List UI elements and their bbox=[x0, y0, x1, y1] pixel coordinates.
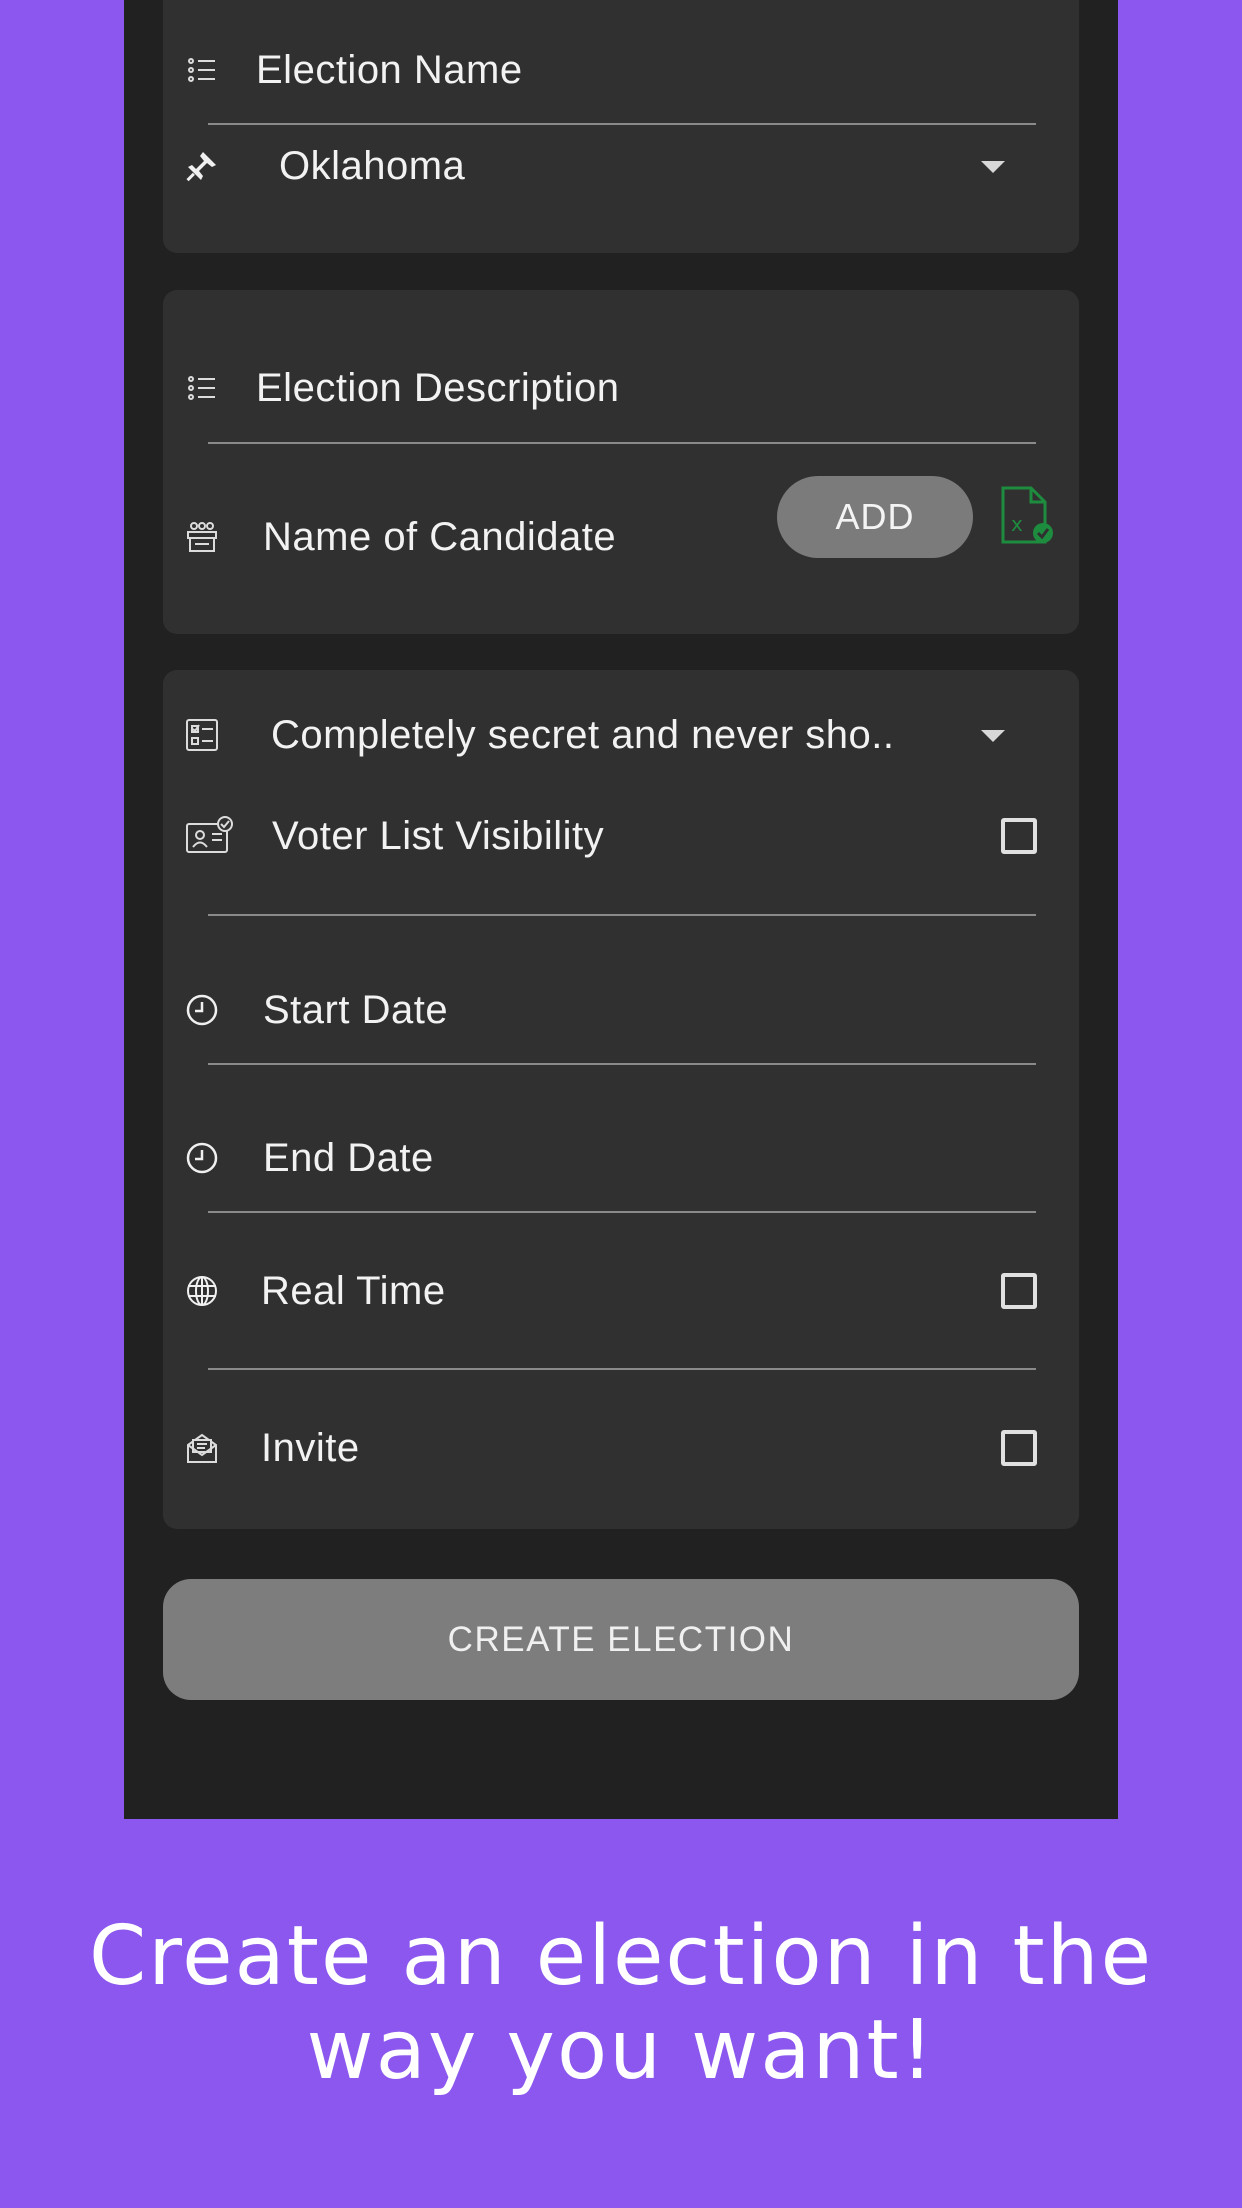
start-date-field[interactable]: Start Date bbox=[263, 988, 448, 1033]
create-election-button[interactable]: CREATE ELECTION bbox=[163, 1579, 1079, 1700]
description-candidate-card: Election Description Name of Candidate A… bbox=[163, 290, 1079, 634]
end-date-field[interactable]: End Date bbox=[263, 1136, 434, 1181]
election-name-field[interactable]: Election Name bbox=[256, 48, 523, 93]
ballot-checklist-icon bbox=[185, 718, 219, 752]
real-time-label: Real Time bbox=[261, 1268, 446, 1313]
pin-icon bbox=[185, 149, 219, 183]
svg-text:x: x bbox=[1011, 512, 1023, 536]
envelope-icon bbox=[185, 1431, 219, 1465]
start-date-row[interactable]: Start Date bbox=[163, 970, 1079, 1050]
divider bbox=[208, 1063, 1036, 1065]
list-icon bbox=[185, 371, 219, 405]
chevron-down-icon bbox=[981, 161, 1005, 173]
voter-list-visibility-row: Voter List Visibility bbox=[163, 796, 1079, 876]
visibility-select[interactable]: Completely secret and never sho.. bbox=[163, 695, 1079, 775]
divider bbox=[208, 914, 1036, 916]
voter-id-card-icon bbox=[185, 816, 235, 853]
real-time-row: Real Time bbox=[163, 1251, 1079, 1331]
promo-caption: Create an election in the way you want! bbox=[88, 1909, 1154, 2098]
divider bbox=[208, 1368, 1036, 1370]
globe-icon bbox=[185, 1274, 219, 1308]
election-name-row[interactable]: Election Name bbox=[163, 30, 1079, 110]
state-value: Oklahoma bbox=[279, 143, 466, 188]
state-select[interactable]: Oklahoma bbox=[163, 126, 1079, 206]
invite-label: Invite bbox=[261, 1425, 360, 1470]
visibility-value: Completely secret and never sho.. bbox=[271, 712, 895, 757]
end-date-row[interactable]: End Date bbox=[163, 1118, 1079, 1198]
voter-list-visibility-label: Voter List Visibility bbox=[272, 813, 605, 858]
divider bbox=[208, 442, 1036, 444]
invite-row: Invite bbox=[163, 1408, 1079, 1488]
candidates-icon bbox=[185, 520, 219, 554]
divider bbox=[208, 1211, 1036, 1213]
excel-import-icon[interactable]: x bbox=[999, 486, 1055, 546]
divider bbox=[208, 123, 1036, 125]
chevron-down-icon bbox=[981, 730, 1005, 742]
voter-list-visibility-checkbox[interactable] bbox=[1001, 818, 1037, 854]
election-description-row[interactable]: Election Description bbox=[163, 348, 1079, 428]
invite-checkbox[interactable] bbox=[1001, 1430, 1037, 1466]
list-icon bbox=[185, 53, 219, 87]
app-screen: Election Name Oklahoma Election Descript… bbox=[124, 0, 1118, 1819]
clock-icon bbox=[185, 1141, 219, 1175]
election-description-field[interactable]: Election Description bbox=[256, 366, 620, 411]
add-candidate-button[interactable]: ADD bbox=[777, 476, 973, 558]
election-settings-card: Completely secret and never sho.. Voter … bbox=[163, 670, 1079, 1529]
candidate-name-field[interactable]: Name of Candidate bbox=[263, 515, 616, 560]
real-time-checkbox[interactable] bbox=[1001, 1273, 1037, 1309]
clock-icon bbox=[185, 993, 219, 1027]
election-basic-card: Election Name Oklahoma bbox=[163, 0, 1079, 253]
